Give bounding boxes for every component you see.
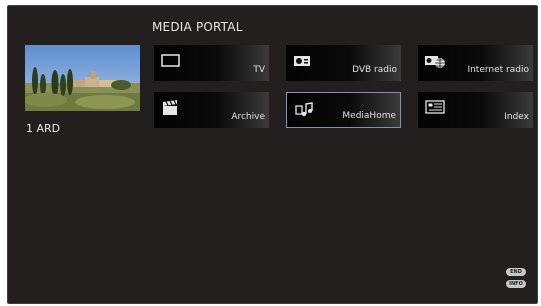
archive-icon bbox=[160, 99, 182, 117]
media-portal-screen: MEDIA PORTAL 1 ARD TV DVB radio Internet… bbox=[7, 5, 538, 304]
tile-label: DVB radio bbox=[352, 65, 397, 75]
internet-radio-icon bbox=[424, 52, 446, 70]
tile-label: Archive bbox=[231, 112, 265, 122]
tile-tv[interactable]: TV bbox=[154, 45, 269, 81]
tile-index[interactable]: Index bbox=[418, 92, 533, 128]
live-tv-preview[interactable] bbox=[25, 45, 140, 111]
landscape-image bbox=[25, 45, 140, 111]
index-icon bbox=[424, 99, 446, 117]
tile-dvb-radio[interactable]: DVB radio bbox=[286, 45, 401, 81]
tile-label: Index bbox=[504, 112, 529, 122]
tile-mediahome[interactable]: MediaHome bbox=[286, 92, 401, 128]
tile-label: TV bbox=[253, 65, 265, 75]
info-button[interactable]: INFO bbox=[506, 280, 526, 288]
media-home-icon bbox=[293, 100, 315, 118]
tile-internet-radio[interactable]: Internet radio bbox=[418, 45, 533, 81]
remote-button-hints: END INFO bbox=[506, 268, 526, 292]
end-button[interactable]: END bbox=[506, 268, 526, 276]
radio-icon bbox=[292, 52, 314, 70]
tv-icon bbox=[160, 52, 182, 70]
page-title: MEDIA PORTAL bbox=[152, 20, 243, 34]
tile-label: Internet radio bbox=[467, 65, 529, 75]
tile-label: MediaHome bbox=[342, 111, 396, 121]
tile-archive[interactable]: Archive bbox=[154, 92, 269, 128]
channel-name: 1 ARD bbox=[26, 122, 61, 135]
